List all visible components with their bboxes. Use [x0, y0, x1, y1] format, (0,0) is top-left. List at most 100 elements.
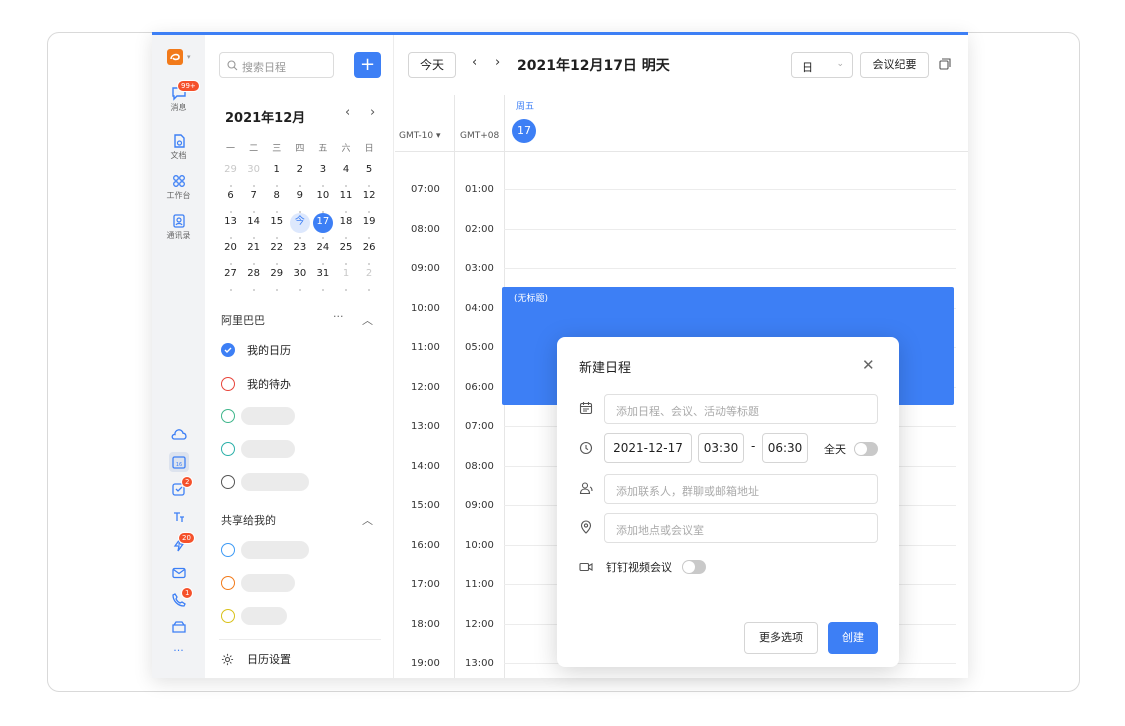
day-cell[interactable]: 25 [334, 239, 357, 265]
day-cell[interactable]: 3 [311, 161, 334, 187]
unchecked-circle-icon[interactable] [221, 409, 235, 423]
calendar-item[interactable] [221, 473, 309, 491]
day-cell[interactable]: 19 [358, 213, 381, 239]
day-cell[interactable]: 11 [334, 187, 357, 213]
day-cell[interactable]: 15 [265, 213, 288, 239]
time-label-local: 13:00 [411, 421, 440, 432]
timezone-left[interactable]: GMT-10 ▾ [399, 131, 441, 141]
day-cell[interactable]: 4 [334, 161, 357, 187]
today-button[interactable]: 今天 [408, 52, 456, 78]
all-day-toggle[interactable] [854, 442, 878, 456]
day-cell[interactable]: 14 [242, 213, 265, 239]
start-time-input[interactable]: 03:30 [698, 433, 744, 463]
meeting-minutes-button[interactable]: 会议纪要 [860, 52, 929, 78]
calendar-settings-button[interactable]: 日历设置 [221, 651, 291, 667]
video-meeting-toggle[interactable] [682, 560, 706, 574]
group-collapse-icon[interactable]: ︿ [362, 312, 373, 328]
hour-line [504, 268, 956, 269]
calendar-item[interactable] [221, 541, 309, 559]
location-input[interactable]: 添加地点或会议室 [604, 513, 878, 543]
rail-item-ding[interactable]: 20 [152, 532, 205, 554]
day-cell[interactable]: 12 [358, 187, 381, 213]
calendar-item[interactable] [221, 574, 295, 592]
rail-item-workbench[interactable]: 工作台 [152, 173, 205, 201]
day-cell[interactable]: 9 [288, 187, 311, 213]
search-input[interactable]: 搜索日程 [219, 52, 334, 78]
view-select[interactable]: 日 ⌄ [791, 52, 853, 78]
add-event-button[interactable]: + [354, 52, 381, 78]
day-cell[interactable]: 29 [219, 161, 242, 187]
unchecked-circle-icon[interactable] [221, 377, 235, 391]
logo-dropdown-icon[interactable]: ▾ [187, 53, 191, 61]
unchecked-circle-icon[interactable] [221, 609, 235, 623]
day-cell[interactable]: 2 [358, 265, 381, 291]
day-cell-today[interactable]: 今 [289, 213, 310, 239]
day-cell[interactable]: 30 [288, 265, 311, 291]
group-more-icon[interactable]: ··· [333, 310, 344, 323]
mini-calendar-week: 13 14 15 今 17 18 19 [219, 213, 381, 239]
calendar-item-mine[interactable]: 我的日历 [221, 341, 291, 359]
day-cell[interactable]: 29 [265, 265, 288, 291]
rail-item-tasks[interactable] [152, 509, 205, 526]
day-cell[interactable]: 26 [358, 239, 381, 265]
rail-item-cloud[interactable] [152, 427, 205, 444]
day-cell[interactable]: 1 [334, 265, 357, 291]
unchecked-circle-icon[interactable] [221, 442, 235, 456]
mini-calendar-next-icon[interactable]: › [370, 105, 375, 120]
day-cell[interactable]: 20 [219, 239, 242, 265]
calendar-item[interactable] [221, 607, 287, 625]
day-cell[interactable]: 5 [358, 161, 381, 187]
rail-item-mail[interactable] [152, 565, 205, 582]
day-cell[interactable]: 31 [311, 265, 334, 291]
rail-item-messages[interactable]: 消息 99+ [152, 80, 205, 113]
date-input[interactable]: 2021-12-17 [604, 433, 692, 463]
rail-item-todo[interactable]: 2 [152, 476, 205, 498]
rail-item-calendar[interactable]: 16 [152, 452, 205, 473]
rail-item-phone[interactable]: 1 [152, 587, 205, 609]
day-cell[interactable]: 24 [311, 239, 334, 265]
day-cell[interactable]: 23 [288, 239, 311, 265]
day-cell[interactable]: 13 [219, 213, 242, 239]
close-icon[interactable]: ✕ [862, 356, 875, 374]
calendar-item[interactable] [221, 440, 295, 458]
app-logo-icon[interactable] [167, 49, 183, 65]
day-cell[interactable]: 10 [311, 187, 334, 213]
unchecked-circle-icon[interactable] [221, 576, 235, 590]
create-button[interactable]: 创建 [828, 622, 878, 654]
day-cell[interactable]: 30 [242, 161, 265, 187]
time-label-local: 14:00 [411, 460, 440, 472]
day-cell[interactable]: 28 [242, 265, 265, 291]
rail-item-box[interactable] [152, 619, 205, 636]
calendar-item-todo[interactable]: 我的待办 [221, 375, 291, 393]
column-day-number[interactable]: 17 [512, 119, 536, 143]
rail-more-icon[interactable]: ··· [152, 644, 205, 657]
attendees-input[interactable]: 添加联系人，群聊或邮箱地址 [604, 474, 878, 504]
pop-out-window-icon[interactable] [939, 58, 951, 70]
search-placeholder: 搜索日程 [242, 61, 286, 74]
day-cell[interactable]: 2 [288, 161, 311, 187]
day-cell[interactable]: 7 [242, 187, 265, 213]
end-time-input[interactable]: 06:30 [762, 433, 808, 463]
mini-calendar-prev-icon[interactable]: ‹ [345, 105, 350, 120]
time-label-local: 11:00 [411, 342, 440, 353]
time-column-divider [454, 95, 455, 678]
unchecked-circle-icon[interactable] [221, 543, 235, 557]
event-title-input[interactable]: 添加日程、会议、活动等标题 [604, 394, 878, 424]
next-day-icon[interactable]: › [495, 55, 500, 70]
calendar-item[interactable] [221, 407, 295, 425]
day-cell[interactable]: 18 [334, 213, 357, 239]
day-cell[interactable]: 8 [265, 187, 288, 213]
checked-icon[interactable] [221, 343, 235, 357]
day-cell[interactable]: 27 [219, 265, 242, 291]
day-cell-selected[interactable]: 17 [312, 213, 333, 239]
rail-item-contacts[interactable]: 通讯录 [152, 213, 205, 241]
group-collapse-icon[interactable]: ︿ [362, 512, 373, 528]
more-options-button[interactable]: 更多选项 [744, 622, 818, 654]
rail-item-docs[interactable]: 文档 [152, 133, 205, 161]
prev-day-icon[interactable]: ‹ [472, 55, 477, 70]
day-cell[interactable]: 22 [265, 239, 288, 265]
day-cell[interactable]: 21 [242, 239, 265, 265]
day-cell[interactable]: 6 [219, 187, 242, 213]
unchecked-circle-icon[interactable] [221, 475, 235, 489]
day-cell[interactable]: 1 [265, 161, 288, 187]
